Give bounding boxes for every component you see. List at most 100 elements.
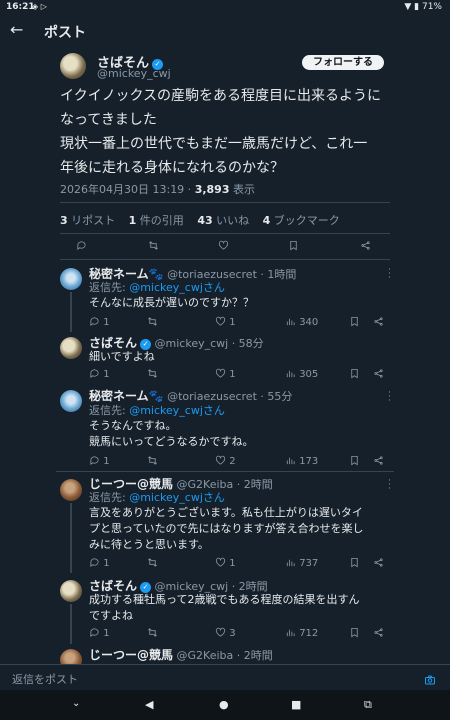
- post-view-count: 3,893: [194, 183, 230, 196]
- retweet-icon[interactable]: [148, 240, 159, 252]
- reply-action-bar: 1 1 340: [89, 316, 389, 332]
- reply-to-link[interactable]: @mickey_cwjさん: [129, 281, 225, 294]
- reply-to-link[interactable]: @mickey_cwjさん: [129, 491, 225, 504]
- reply-avatar[interactable]: [60, 580, 82, 602]
- battery-level: 71%: [421, 2, 442, 12]
- home-nav-icon[interactable]: ●: [219, 698, 229, 711]
- reply-handle-time: @G2Keiba · 2時間: [176, 649, 273, 662]
- like-icon[interactable]: 1: [215, 316, 236, 328]
- more-options-icon[interactable]: · · ·: [388, 477, 391, 494]
- post-stats: 3 リポスト 1 件の引用 43 いいね 4 ブックマーク: [60, 212, 390, 228]
- author-handle: @mickey_cwj: [97, 67, 171, 80]
- reply-composer-bar[interactable]: 返信をポスト: [0, 664, 450, 689]
- reply-to-line: 返信先: @mickey_cwjさん: [89, 281, 225, 294]
- bookmark-icon[interactable]: [288, 240, 299, 252]
- author-avatar[interactable]: [60, 53, 86, 79]
- more-options-icon[interactable]: · · ·: [388, 389, 391, 406]
- rotate-icon[interactable]: ⧉: [364, 698, 372, 712]
- reply-icon[interactable]: 1: [89, 316, 110, 328]
- reply-text: 成功する種牡馬って2歳戦でもある程度の結果を出すん ですよね: [89, 593, 360, 622]
- follow-button[interactable]: フォローする: [302, 55, 384, 70]
- back-arrow-icon[interactable]: ←: [10, 20, 23, 39]
- reply-icon[interactable]: 1: [89, 455, 110, 467]
- post-text-line: 年後に走れる身体になれるのかな？: [60, 160, 284, 176]
- reply-avatar[interactable]: [60, 337, 82, 359]
- page-title: ポスト: [44, 25, 86, 41]
- status-right: ▼ ▮ 71%: [404, 2, 442, 12]
- reply-icon[interactable]: 1: [89, 557, 110, 569]
- bookmark-icon[interactable]: [349, 557, 360, 569]
- reply-text: 言及をありがとうございます。私も仕上がりは遅いタイ プと思っていたので先にはなり…: [89, 506, 364, 551]
- bookmark-icon[interactable]: [349, 455, 360, 467]
- stat-likes[interactable]: 43 いいね: [197, 214, 249, 227]
- stat-quotes[interactable]: 1 件の引用: [129, 214, 184, 227]
- like-icon[interactable]: 2: [215, 455, 236, 467]
- camera-icon[interactable]: [424, 671, 436, 690]
- post-text: イクイノックスの産駒をある程度目に出来るように なってきました 現状一番上の世代…: [60, 84, 390, 180]
- divider: [56, 471, 394, 472]
- views-icon[interactable]: 305: [285, 368, 318, 380]
- reply-avatar[interactable]: [60, 390, 82, 412]
- divider: [60, 202, 390, 203]
- reply-to-link[interactable]: @mickey_cwjさん: [129, 404, 225, 417]
- bookmark-icon[interactable]: [349, 368, 360, 380]
- reply-input-placeholder[interactable]: 返信をポスト: [12, 671, 78, 687]
- share-icon[interactable]: [373, 368, 384, 380]
- share-icon[interactable]: [373, 627, 384, 639]
- divider: [60, 259, 390, 260]
- reply-author-name[interactable]: じーつー@競馬: [89, 648, 173, 662]
- more-options-icon[interactable]: · · ·: [388, 266, 391, 283]
- share-icon[interactable]: [360, 240, 371, 252]
- views-icon[interactable]: 712: [285, 627, 318, 639]
- status-time: 16:21: [6, 2, 35, 12]
- post-text-line: イクイノックスの産駒をある程度目に出来るように: [60, 88, 382, 104]
- reply-avatar[interactable]: [60, 268, 82, 290]
- retweet-icon[interactable]: [147, 455, 158, 467]
- reply-action-bar: 1 3 712: [89, 627, 389, 643]
- reply-text: そうなんですね。 競馬にいってどうなるかですね。: [89, 419, 254, 448]
- like-icon[interactable]: 1: [215, 557, 236, 569]
- share-icon[interactable]: [373, 557, 384, 569]
- reply-author-name[interactable]: さばそん: [89, 336, 137, 350]
- reply-text: 細いですよね: [89, 350, 155, 363]
- reply-avatar[interactable]: [60, 479, 82, 501]
- post-action-bar: [60, 240, 390, 256]
- wifi-icon: ▼: [404, 2, 412, 12]
- reply-icon[interactable]: 1: [89, 368, 110, 380]
- share-icon[interactable]: [373, 455, 384, 467]
- post-meta: 2026年04月30日 13:19 · 3,893 表示: [60, 181, 390, 197]
- retweet-icon[interactable]: [147, 627, 158, 639]
- views-icon[interactable]: 340: [285, 316, 318, 328]
- reply-action-bar: 1 1 305: [89, 368, 389, 384]
- reply-action-bar: 1 1 737: [89, 557, 389, 573]
- like-icon[interactable]: 3: [215, 627, 236, 639]
- reply-icon[interactable]: 1: [89, 627, 110, 639]
- retweet-icon[interactable]: [147, 557, 158, 569]
- like-icon[interactable]: [218, 240, 229, 252]
- stat-bookmarks[interactable]: 4 ブックマーク: [263, 214, 340, 227]
- retweet-icon[interactable]: [147, 368, 158, 380]
- keyboard-hide-icon[interactable]: ⌄: [72, 698, 80, 709]
- reply-author-name[interactable]: さばそん: [89, 579, 137, 593]
- reply-action-bar: 1 2 173: [89, 455, 389, 471]
- reply-to-line: 返信先: @mickey_cwjさん: [89, 404, 225, 417]
- bookmark-icon[interactable]: [349, 627, 360, 639]
- recents-nav-icon[interactable]: ■: [291, 698, 301, 711]
- reply-author-name[interactable]: 秘密ネーム🐾: [89, 389, 164, 403]
- bookmark-icon[interactable]: [349, 316, 360, 328]
- views-icon[interactable]: 737: [285, 557, 318, 569]
- reply-icon[interactable]: [76, 240, 87, 252]
- thread-line: [70, 604, 72, 644]
- share-icon[interactable]: [373, 316, 384, 328]
- battery-icon: ▮: [414, 2, 420, 12]
- retweet-icon[interactable]: [147, 316, 158, 328]
- like-icon[interactable]: 1: [215, 368, 236, 380]
- reply-handle-time: @mickey_cwj · 58分: [154, 337, 264, 350]
- stat-reposts[interactable]: 3 リポスト: [60, 214, 115, 227]
- system-nav-bar: ⌄ ◀ ● ■ ⧉: [0, 690, 450, 720]
- views-icon[interactable]: 173: [285, 455, 318, 467]
- back-nav-icon[interactable]: ◀: [145, 698, 153, 711]
- notification-icons: ◈ ▷: [32, 2, 47, 11]
- post-timestamp[interactable]: 2026年04月30日 13:19 ·: [60, 183, 195, 196]
- top-bar: ← ポスト: [0, 16, 450, 46]
